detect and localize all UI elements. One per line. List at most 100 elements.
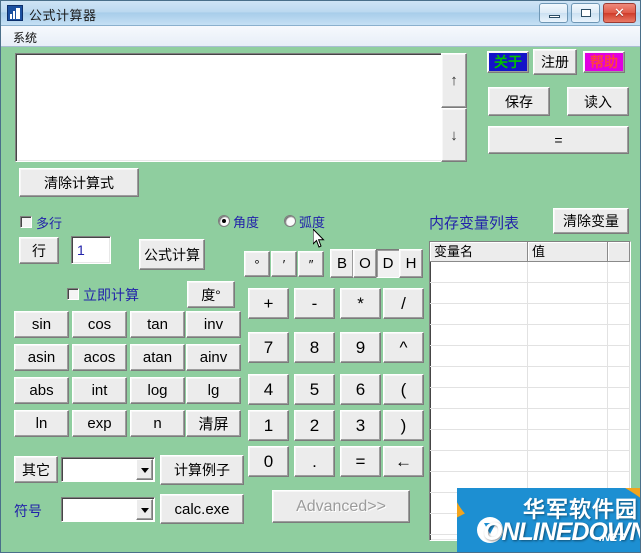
key-power[interactable]: ^ <box>383 332 424 363</box>
degree-symbol-button[interactable]: ° <box>244 251 270 277</box>
function-button-n[interactable]: n <box>130 410 185 437</box>
key-divide[interactable]: / <box>383 288 424 319</box>
scroll-up-button[interactable]: ↑ <box>441 53 467 108</box>
function-button-acos[interactable]: acos <box>72 344 127 371</box>
base-hex-button[interactable]: H <box>399 249 423 278</box>
function-button-log[interactable]: log <box>130 377 185 404</box>
advanced-button[interactable]: Advanced>> <box>272 490 410 523</box>
table-cell <box>608 346 630 366</box>
multiline-checkbox[interactable] <box>20 216 32 228</box>
maximize-icon <box>581 9 591 17</box>
column-header-extra[interactable] <box>608 242 630 262</box>
function-button-清屏[interactable]: 清屏 <box>186 410 241 437</box>
close-button[interactable]: ✕ <box>603 3 636 23</box>
key-2[interactable]: 2 <box>294 410 335 441</box>
key-equals[interactable]: = <box>340 446 381 477</box>
chevron-down-icon[interactable] <box>136 459 153 480</box>
calc-exe-button[interactable]: calc.exe <box>160 494 244 524</box>
table-row[interactable] <box>430 409 630 430</box>
radian-radio[interactable] <box>284 215 296 227</box>
arrow-down-icon: ↓ <box>450 126 458 144</box>
table-cell <box>528 367 608 387</box>
function-button-ln[interactable]: ln <box>14 410 69 437</box>
scroll-down-button[interactable]: ↓ <box>441 108 467 162</box>
table-row[interactable] <box>430 325 630 346</box>
base-decimal-button[interactable]: D <box>376 249 400 278</box>
save-button[interactable]: 保存 <box>488 87 550 116</box>
table-row[interactable] <box>430 262 630 283</box>
column-header-value[interactable]: 值 <box>528 242 608 262</box>
function-button-lg[interactable]: lg <box>186 377 241 404</box>
table-row[interactable] <box>430 283 630 304</box>
function-button-exp[interactable]: exp <box>72 410 127 437</box>
other-combobox[interactable] <box>61 457 155 482</box>
table-row[interactable] <box>430 388 630 409</box>
key-0[interactable]: 0 <box>248 446 289 477</box>
key-7[interactable]: 7 <box>248 332 289 363</box>
function-button-cos[interactable]: cos <box>72 311 127 338</box>
minimize-button[interactable] <box>539 3 568 23</box>
key-1[interactable]: 1 <box>248 410 289 441</box>
menu-item-system[interactable]: 系统 <box>7 28 43 47</box>
key-backspace[interactable]: ← <box>383 446 424 477</box>
table-cell <box>528 346 608 366</box>
table-cell <box>608 388 630 408</box>
table-row[interactable] <box>430 304 630 325</box>
help-button[interactable]: 帮助 <box>583 51 625 73</box>
key-minus[interactable]: - <box>294 288 335 319</box>
chevron-down-icon[interactable] <box>136 499 153 520</box>
calculator-icon <box>7 5 23 21</box>
table-cell <box>608 325 630 345</box>
key-5[interactable]: 5 <box>294 374 335 405</box>
key-3[interactable]: 3 <box>340 410 381 441</box>
degree-mode-button[interactable]: 度° <box>187 281 235 308</box>
row-number-input[interactable]: 1 <box>71 236 111 264</box>
table-cell <box>608 430 630 450</box>
function-button-abs[interactable]: abs <box>14 377 69 404</box>
register-button[interactable]: 注册 <box>533 49 577 75</box>
about-button[interactable]: 关于 <box>487 51 529 73</box>
function-button-inv[interactable]: inv <box>186 311 241 338</box>
key-plus[interactable]: + <box>248 288 289 319</box>
function-button-sin[interactable]: sin <box>14 311 69 338</box>
table-row[interactable] <box>430 451 630 472</box>
equals-button[interactable]: = <box>488 126 629 154</box>
table-row[interactable] <box>430 367 630 388</box>
second-symbol-button[interactable]: ″ <box>298 251 324 277</box>
key-9[interactable]: 9 <box>340 332 381 363</box>
base-binary-button[interactable]: B <box>330 249 354 278</box>
expression-editor[interactable] <box>15 53 447 162</box>
formula-calculate-button[interactable]: 公式计算 <box>139 239 205 270</box>
other-button[interactable]: 其它 <box>14 456 58 483</box>
column-header-name[interactable]: 变量名 <box>430 242 528 262</box>
key-open-paren[interactable]: ( <box>383 374 424 405</box>
table-row[interactable] <box>430 430 630 451</box>
angle-label: 角度 <box>233 215 260 230</box>
key-close-paren[interactable]: ) <box>383 410 424 441</box>
row-button[interactable]: 行 <box>19 237 59 264</box>
key-decimal[interactable]: . <box>294 446 335 477</box>
table-row[interactable] <box>430 346 630 367</box>
key-4[interactable]: 4 <box>248 374 289 405</box>
key-6[interactable]: 6 <box>340 374 381 405</box>
clear-expression-button[interactable]: 清除计算式 <box>19 168 139 197</box>
function-button-tan[interactable]: tan <box>130 311 185 338</box>
immediate-calc-checkbox[interactable] <box>67 288 79 300</box>
calculation-example-button[interactable]: 计算例子 <box>160 455 244 485</box>
clear-variables-button[interactable]: 清除变量 <box>553 208 629 234</box>
base-octal-button[interactable]: O <box>353 249 377 278</box>
table-cell <box>430 430 528 450</box>
function-button-asin[interactable]: asin <box>14 344 69 371</box>
angle-radio[interactable] <box>218 215 230 227</box>
load-button[interactable]: 读入 <box>567 87 629 116</box>
minimize-icon <box>549 15 560 18</box>
key-8[interactable]: 8 <box>294 332 335 363</box>
symbol-combobox[interactable] <box>61 497 155 522</box>
function-button-atan[interactable]: atan <box>130 344 185 371</box>
table-cell <box>430 325 528 345</box>
minute-symbol-button[interactable]: ′ <box>271 251 297 277</box>
function-button-int[interactable]: int <box>72 377 127 404</box>
key-multiply[interactable]: * <box>340 288 381 319</box>
maximize-button[interactable] <box>571 3 600 23</box>
function-button-ainv[interactable]: ainv <box>186 344 241 371</box>
